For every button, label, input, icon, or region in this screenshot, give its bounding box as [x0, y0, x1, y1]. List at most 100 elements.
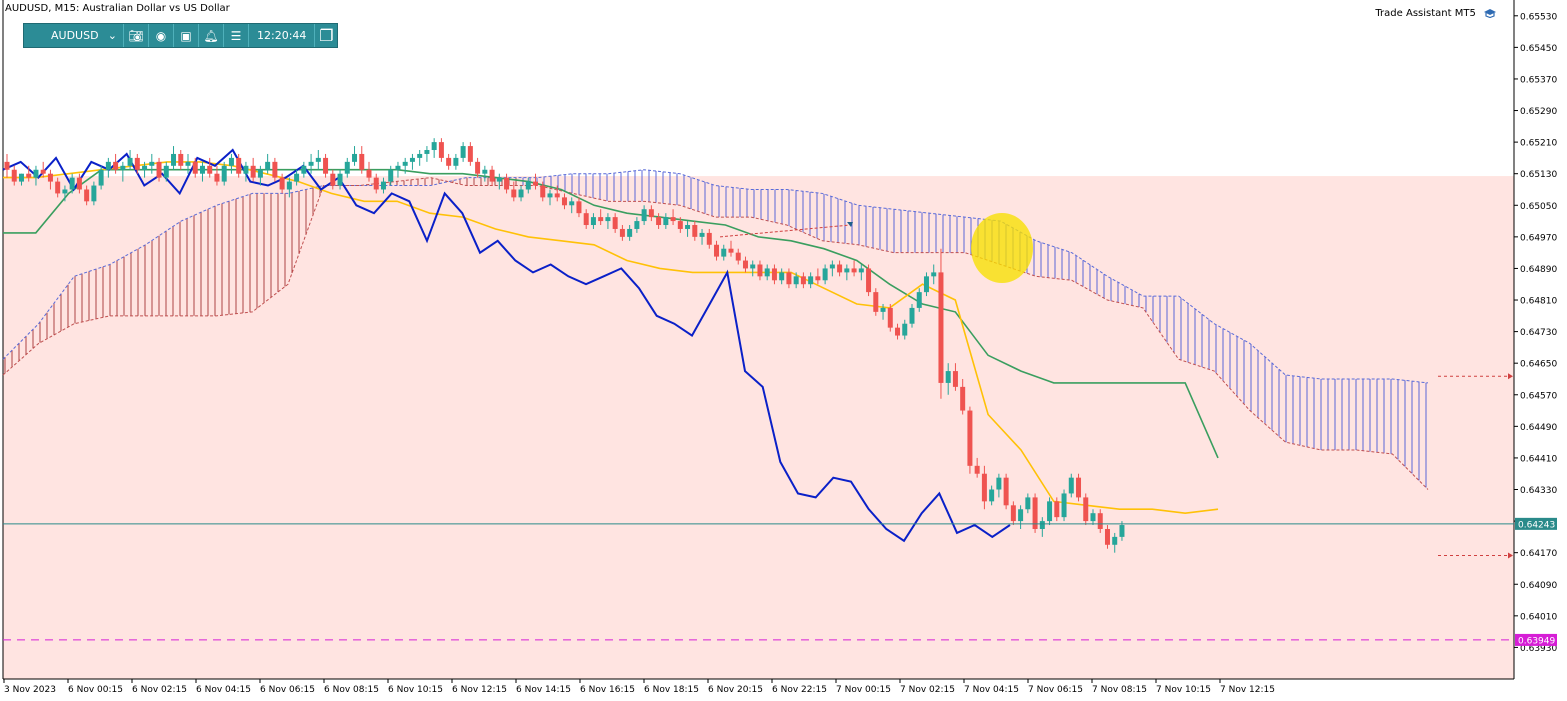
- candle-bear: [323, 157, 329, 174]
- y-tick-label: 0.64650: [1520, 360, 1557, 370]
- cloud-background: [2, 0, 1515, 680]
- calendar-button[interactable]: ▣: [174, 24, 199, 47]
- candle-bull: [902, 323, 908, 336]
- candle-bull: [344, 161, 350, 174]
- candle-bear: [576, 201, 582, 214]
- candle-bull: [699, 232, 705, 237]
- y-tick-label: 0.64410: [1520, 454, 1557, 464]
- candle-bull: [337, 173, 343, 186]
- candle-bear: [250, 165, 256, 178]
- y-tick-label: 0.64970: [1520, 233, 1557, 243]
- candle-bull: [417, 153, 423, 158]
- candle-bear: [156, 161, 162, 178]
- menu-button[interactable]: ☰: [224, 24, 249, 47]
- candle-bull: [496, 177, 502, 182]
- x-tick-label: 6 Nov 10:15: [388, 685, 443, 695]
- candle-bear: [192, 161, 198, 174]
- candle-bear: [967, 410, 973, 466]
- candle-bear: [55, 181, 61, 194]
- candle-bull: [685, 225, 691, 229]
- x-tick-label: 7 Nov 12:15: [1220, 685, 1275, 695]
- candle-bull: [69, 177, 75, 190]
- candle-bear: [960, 386, 966, 411]
- x-tick-label: 6 Nov 02:15: [132, 685, 187, 695]
- candle-bear: [533, 181, 539, 186]
- y-tick-label: 0.64570: [1520, 391, 1557, 401]
- candle-bull: [1039, 521, 1045, 529]
- candle-bull: [547, 193, 553, 198]
- candle-bull: [98, 169, 104, 186]
- candle-bull: [1068, 477, 1074, 494]
- candle-bull: [779, 272, 785, 281]
- candle-bear: [366, 169, 372, 178]
- candle-bull: [257, 169, 263, 178]
- candle-bear: [84, 189, 90, 202]
- candle-bear: [598, 217, 604, 222]
- y-tick-label: 0.64090: [1520, 581, 1557, 591]
- candle-bear: [786, 272, 792, 285]
- candle-bull: [409, 157, 415, 162]
- chart-area[interactable]: 0.65530 0.65450 0.65370 0.65290 0.65210 0.651…: [0, 0, 1567, 701]
- x-tick-label: 6 Nov 18:15: [644, 685, 699, 695]
- screenshot-button[interactable]: 📷︎: [124, 24, 149, 47]
- candle-bear: [815, 276, 821, 281]
- candle-bear: [648, 209, 654, 218]
- y-tick-label: 0.64010: [1520, 612, 1557, 622]
- x-tick-label: 6 Nov 00:15: [68, 685, 123, 695]
- candle-bear: [1003, 477, 1009, 506]
- candle-bear: [47, 173, 53, 182]
- y-tick-label: 0.64490: [1520, 423, 1557, 433]
- candle-bull: [315, 157, 321, 162]
- candle-bull: [518, 189, 524, 198]
- candle-bear: [4, 161, 10, 170]
- candle-bear: [938, 272, 944, 383]
- menu-icon: ☰: [230, 28, 242, 43]
- alert-button[interactable]: 🔔︎: [199, 24, 224, 47]
- y-tick-label: 0.65210: [1520, 139, 1557, 149]
- candle-bull: [402, 161, 408, 166]
- candle-bear: [1054, 501, 1060, 518]
- window-icon: ❐: [319, 26, 334, 45]
- trade-assistant-text: Trade Assistant MT5: [1375, 8, 1476, 19]
- candle-bear: [742, 260, 748, 269]
- candle-bull: [627, 228, 633, 237]
- time-axis: 3 Nov 2023 6 Nov 00:15 6 Nov 02:15 6 Nov 04…: [3, 679, 1275, 695]
- chart-title: AUDUSD, M15: Australian Dollar vs US Dol…: [5, 3, 230, 14]
- candle-bear: [134, 157, 140, 170]
- candle-bull: [808, 276, 814, 285]
- y-tick-label: 0.64810: [1520, 297, 1557, 307]
- candle-bull: [199, 165, 205, 174]
- candle-bull: [923, 276, 929, 293]
- candle-bull: [18, 173, 24, 182]
- symbol-label: AUDUSD: [51, 29, 99, 42]
- candle-bull: [482, 169, 488, 174]
- candle-bull: [590, 217, 596, 226]
- candle-bear: [714, 244, 720, 257]
- candle-bull: [460, 146, 466, 158]
- candle-bear: [373, 177, 379, 190]
- current-price-label: 0.64243: [1518, 520, 1555, 530]
- candle-bull: [858, 268, 864, 273]
- x-tick-label: 7 Nov 04:15: [964, 685, 1019, 695]
- window-button[interactable]: ❐: [315, 24, 337, 47]
- candle-bear: [895, 327, 901, 336]
- candle-bear: [76, 177, 82, 190]
- y-tick-label: 0.65050: [1520, 202, 1557, 212]
- candle-bear: [728, 248, 734, 253]
- candle-bear: [467, 146, 473, 162]
- symbol-selector[interactable]: AUDUSD ⌄: [24, 24, 124, 47]
- candle-bull: [663, 217, 669, 226]
- candle-bear: [887, 307, 893, 328]
- candle-bear: [619, 228, 625, 237]
- candle-bull: [634, 221, 640, 229]
- candle-bear: [800, 276, 806, 285]
- candle-bull: [996, 477, 1002, 490]
- price-axis: 0.65530 0.65450 0.65370 0.65290 0.65210 0.651…: [1514, 12, 1557, 654]
- candle-bear: [113, 161, 119, 170]
- level-price-label: 0.63949: [1518, 636, 1555, 646]
- candle-bear: [446, 157, 452, 166]
- candle-bull: [380, 181, 386, 190]
- graduation-cap-icon: [1484, 9, 1496, 18]
- candle-bear: [670, 217, 676, 222]
- view-button[interactable]: ◉: [149, 24, 174, 47]
